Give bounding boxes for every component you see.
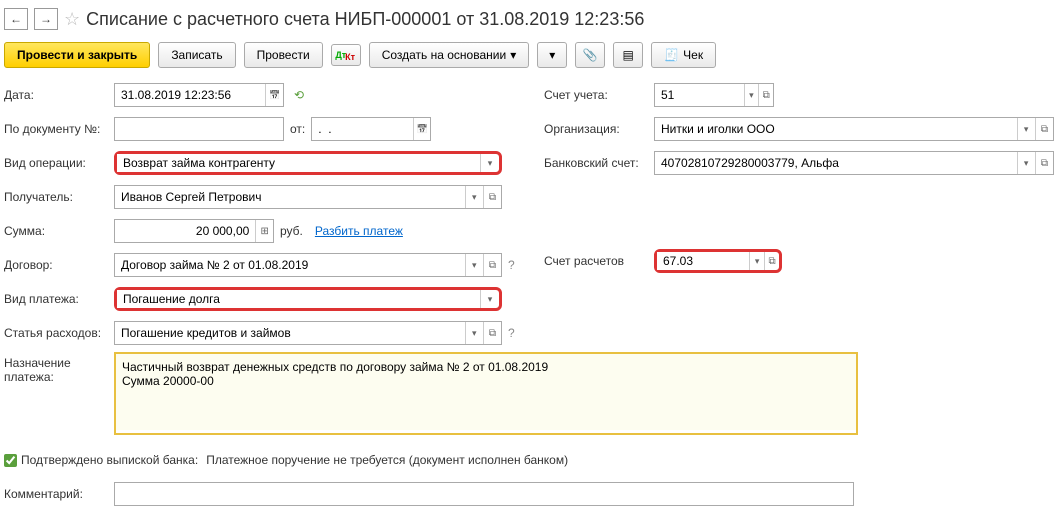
account-field[interactable] — [655, 84, 744, 106]
expitem-field[interactable] — [115, 322, 465, 344]
chevron-down-icon: ▾ — [510, 48, 516, 62]
split-payment-link[interactable]: Разбить платеж — [315, 224, 403, 238]
settleacc-field[interactable] — [657, 252, 749, 270]
open-icon[interactable] — [1035, 152, 1053, 174]
amount-field[interactable] — [115, 220, 255, 242]
dropdown-icon[interactable] — [465, 322, 483, 344]
optype-field[interactable] — [117, 154, 480, 172]
paytype-field[interactable] — [117, 290, 480, 308]
comment-label: Комментарий: — [4, 487, 114, 501]
recipient-label: Получатель: — [4, 190, 114, 204]
check-button[interactable]: 🧾 Чек — [651, 42, 716, 68]
refresh-icon[interactable]: ⟲ — [294, 88, 304, 102]
date-field[interactable] — [115, 84, 265, 106]
attach-button[interactable]: 📎 — [575, 42, 605, 68]
recipient-field[interactable] — [115, 186, 465, 208]
post-and-close-button[interactable]: Провести и закрыть — [4, 42, 150, 68]
open-icon[interactable] — [483, 322, 501, 344]
expitem-label: Статья расходов: — [4, 326, 114, 340]
calc-icon[interactable]: ⊞ — [255, 220, 273, 242]
date-label: Дата: — [4, 88, 114, 102]
create-from-button[interactable]: Создать на основании ▾ — [369, 42, 530, 68]
paytype-label: Вид платежа: — [4, 292, 114, 306]
org-field[interactable] — [655, 118, 1017, 140]
favorite-icon[interactable]: ☆ — [64, 9, 80, 30]
open-icon[interactable] — [483, 186, 501, 208]
docnum-field[interactable] — [115, 118, 283, 140]
dtkt-button[interactable]: ДтКт — [331, 44, 361, 66]
dropdown-icon[interactable] — [1017, 118, 1035, 140]
forward-button[interactable]: → — [34, 8, 58, 30]
confirmed-label: Подтверждено выпиской банка: — [21, 453, 198, 467]
docfrom-label: от: — [290, 122, 305, 136]
confirmed-note: Платежное поручение не требуется (докуме… — [206, 453, 568, 467]
dropdown-icon[interactable] — [480, 290, 499, 308]
currency-label: руб. — [280, 224, 303, 238]
report-button[interactable]: ▤ — [613, 42, 643, 68]
contract-label: Договор: — [4, 258, 114, 272]
bankacc-label: Банковский счет: — [544, 156, 654, 170]
amount-label: Сумма: — [4, 224, 114, 238]
dropdown-icon[interactable] — [1017, 152, 1035, 174]
confirmed-checkbox[interactable] — [4, 454, 17, 467]
open-icon[interactable] — [1035, 118, 1053, 140]
optype-label: Вид операции: — [4, 156, 114, 170]
bankacc-field[interactable] — [655, 152, 1017, 174]
comment-field[interactable] — [115, 483, 853, 505]
open-icon[interactable] — [764, 252, 779, 270]
docnum-label: По документу №: — [4, 122, 114, 136]
help-icon[interactable]: ? — [508, 326, 515, 340]
purpose-label: Назначение платежа: — [4, 352, 114, 384]
dropdown-icon[interactable] — [744, 84, 759, 106]
post-button[interactable]: Провести — [244, 42, 323, 68]
page-title: Списание с расчетного счета НИБП-000001 … — [86, 9, 644, 30]
dropdown-icon[interactable] — [465, 186, 483, 208]
purpose-field[interactable] — [116, 354, 856, 430]
docfrom-field[interactable] — [312, 118, 413, 140]
save-button[interactable]: Записать — [158, 42, 235, 68]
calendar-icon[interactable] — [413, 118, 430, 140]
account-label: Счет учета: — [544, 88, 654, 102]
dropdown-icon[interactable] — [749, 252, 764, 270]
back-button[interactable]: ← — [4, 8, 28, 30]
contract-field[interactable] — [115, 254, 465, 276]
dropdown-icon[interactable] — [465, 254, 483, 276]
settleacc-label: Счет расчетов — [544, 254, 654, 268]
dropdown-icon[interactable] — [480, 154, 499, 172]
more-menu-button[interactable]: ▾ — [537, 42, 567, 68]
org-label: Организация: — [544, 122, 654, 136]
help-icon[interactable]: ? — [508, 258, 515, 272]
open-icon[interactable] — [758, 84, 773, 106]
calendar-icon[interactable] — [265, 84, 283, 106]
open-icon[interactable] — [483, 254, 501, 276]
